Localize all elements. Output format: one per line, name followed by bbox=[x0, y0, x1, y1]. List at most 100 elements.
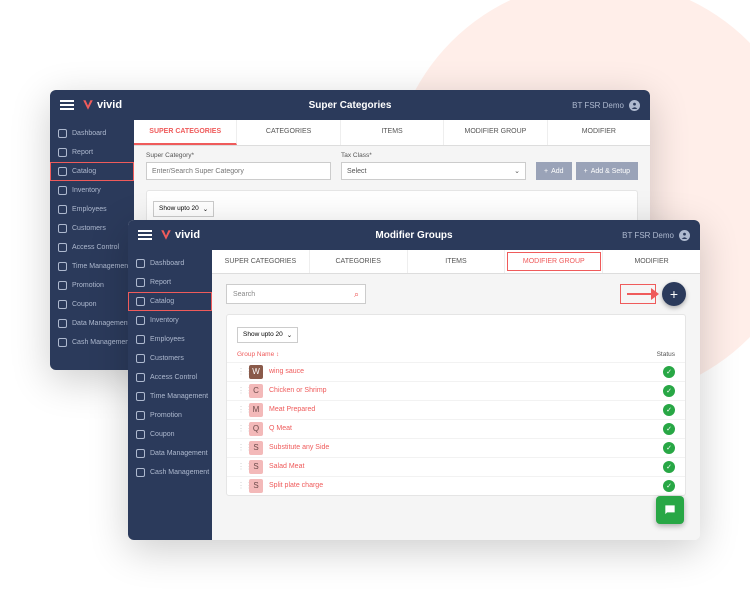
sidebar-item-employees[interactable]: Employees bbox=[128, 330, 212, 349]
group-avatar: S bbox=[249, 441, 263, 455]
status-ok-icon: ✓ bbox=[663, 461, 675, 473]
tab-modifier[interactable]: MODIFIER bbox=[548, 120, 650, 145]
search-placeholder: Search bbox=[233, 291, 255, 298]
nav-icon bbox=[58, 224, 67, 233]
chevron-down-icon: ⌄ bbox=[203, 205, 208, 213]
status-ok-icon: ✓ bbox=[663, 366, 675, 378]
sidebar-item-cash-management[interactable]: Cash Management bbox=[128, 463, 212, 482]
sidebar-item-time-management[interactable]: Time Management bbox=[50, 257, 134, 276]
sidebar-item-label: Employees bbox=[72, 206, 107, 213]
add-button[interactable]: +Add bbox=[536, 162, 572, 180]
add-callout: + bbox=[620, 282, 686, 306]
add-setup-button[interactable]: +Add & Setup bbox=[576, 162, 638, 180]
sidebar-item-label: Access Control bbox=[72, 244, 119, 251]
sidebar-item-label: Data Management bbox=[150, 450, 208, 457]
nav-icon bbox=[58, 243, 67, 252]
sidebar-item-label: Coupon bbox=[150, 431, 175, 438]
chevron-down-icon: ⌄ bbox=[287, 331, 292, 339]
group-avatar: Q bbox=[249, 422, 263, 436]
sidebar-item-label: Catalog bbox=[150, 298, 174, 305]
header: vivid Super Categories BT FSR Demo bbox=[50, 90, 650, 120]
sidebar-item-dashboard[interactable]: Dashboard bbox=[50, 124, 134, 143]
group-avatar: M bbox=[249, 403, 263, 417]
sidebar-item-catalog[interactable]: Catalog bbox=[128, 292, 212, 311]
tab-categories[interactable]: CATEGORIES bbox=[310, 250, 408, 273]
sidebar-item-cash-management[interactable]: Cash Management bbox=[50, 333, 134, 352]
tab-super-categories[interactable]: SUPER CATEGORIES bbox=[134, 120, 237, 145]
sidebar-item-access-control[interactable]: Access Control bbox=[50, 238, 134, 257]
sidebar-item-customers[interactable]: Customers bbox=[50, 219, 134, 238]
super-category-label: Super Category* bbox=[146, 152, 331, 159]
page-size-select[interactable]: Show upto 20⌄ bbox=[237, 327, 298, 343]
nav-icon bbox=[58, 319, 67, 328]
table-row[interactable]: ⋮⋮SSplit plate charge✓ bbox=[227, 476, 685, 495]
sidebar-item-dashboard[interactable]: Dashboard bbox=[128, 254, 212, 273]
sidebar-item-promotion[interactable]: Promotion bbox=[50, 276, 134, 295]
nav-icon bbox=[136, 373, 145, 382]
nav-icon bbox=[58, 281, 67, 290]
drag-handle-icon[interactable]: ⋮⋮ bbox=[237, 405, 245, 414]
page-size-select[interactable]: Show upto 20⌄ bbox=[153, 201, 214, 217]
group-name: Split plate charge bbox=[269, 482, 663, 489]
tab-modifier-group[interactable]: MODIFIER GROUP bbox=[505, 250, 603, 273]
sidebar: Dashboard Report Catalog InventoryEmployees… bbox=[128, 250, 212, 540]
sidebar-item-coupon[interactable]: Coupon bbox=[128, 425, 212, 444]
nav-icon bbox=[58, 167, 67, 176]
col-group-name[interactable]: Group Name ↕ bbox=[237, 351, 279, 358]
table-row[interactable]: ⋮⋮SSubstitute any Side✓ bbox=[227, 438, 685, 457]
group-name: Salad Meat bbox=[269, 463, 663, 470]
search-input[interactable]: Search ⌕ bbox=[226, 284, 366, 304]
group-name: wing sauce bbox=[269, 368, 663, 375]
sidebar-item-promotion[interactable]: Promotion bbox=[128, 406, 212, 425]
sidebar-item-inventory[interactable]: Inventory bbox=[50, 181, 134, 200]
drag-handle-icon[interactable]: ⋮⋮ bbox=[237, 386, 245, 395]
status-ok-icon: ✓ bbox=[663, 404, 675, 416]
sidebar-item-data-management[interactable]: Data Management bbox=[50, 314, 134, 333]
table-row[interactable]: ⋮⋮SSalad Meat✓ bbox=[227, 457, 685, 476]
group-avatar: S bbox=[249, 479, 263, 493]
add-fab-button[interactable]: + bbox=[662, 282, 686, 306]
sidebar-item-catalog[interactable]: Catalog bbox=[50, 162, 134, 181]
user-icon[interactable] bbox=[629, 100, 640, 111]
sidebar-item-coupon[interactable]: Coupon bbox=[50, 295, 134, 314]
table-row[interactable]: ⋮⋮Wwing sauce✓ bbox=[227, 362, 685, 381]
sidebar-item-report[interactable]: Report bbox=[128, 273, 212, 292]
status-ok-icon: ✓ bbox=[663, 385, 675, 397]
table-row[interactable]: ⋮⋮CChicken or Shrimp✓ bbox=[227, 381, 685, 400]
sidebar-item-inventory[interactable]: Inventory bbox=[128, 311, 212, 330]
sidebar-item-time-management[interactable]: Time Management bbox=[128, 387, 212, 406]
drag-handle-icon[interactable]: ⋮⋮ bbox=[237, 367, 245, 376]
tab-modifier-group[interactable]: MODIFIER GROUP bbox=[444, 120, 547, 145]
tab-items[interactable]: ITEMS bbox=[408, 250, 506, 273]
sidebar-item-label: Time Management bbox=[150, 393, 208, 400]
chat-fab-button[interactable] bbox=[656, 496, 684, 524]
drag-handle-icon[interactable]: ⋮⋮ bbox=[237, 462, 245, 471]
table-row[interactable]: ⋮⋮QQ Meat✓ bbox=[227, 419, 685, 438]
user-icon[interactable] bbox=[679, 230, 690, 241]
sidebar-item-label: Catalog bbox=[72, 168, 96, 175]
nav-icon bbox=[58, 205, 67, 214]
sidebar-item-employees[interactable]: Employees bbox=[50, 200, 134, 219]
search-icon: ⌕ bbox=[354, 289, 359, 300]
tab-super-categories[interactable]: SUPER CATEGORIES bbox=[212, 250, 310, 273]
drag-handle-icon[interactable]: ⋮⋮ bbox=[237, 424, 245, 433]
sidebar-item-data-management[interactable]: Data Management bbox=[128, 444, 212, 463]
tab-items[interactable]: ITEMS bbox=[341, 120, 444, 145]
menu-icon[interactable] bbox=[138, 230, 152, 240]
tab-categories[interactable]: CATEGORIES bbox=[237, 120, 340, 145]
drag-handle-icon[interactable]: ⋮⋮ bbox=[237, 443, 245, 452]
tab-modifier[interactable]: MODIFIER bbox=[603, 250, 700, 273]
drag-handle-icon[interactable]: ⋮⋮ bbox=[237, 481, 245, 490]
tax-class-select[interactable]: Select⌄ bbox=[341, 162, 526, 180]
col-status: Status bbox=[657, 351, 675, 358]
sidebar-item-label: Report bbox=[150, 279, 171, 286]
nav-icon bbox=[136, 316, 145, 325]
nav-icon bbox=[136, 335, 145, 344]
sort-icon: ↕ bbox=[276, 352, 279, 358]
sidebar-item-access-control[interactable]: Access Control bbox=[128, 368, 212, 387]
sidebar-item-report[interactable]: Report bbox=[50, 143, 134, 162]
menu-icon[interactable] bbox=[60, 100, 74, 110]
table-row[interactable]: ⋮⋮MMeat Prepared✓ bbox=[227, 400, 685, 419]
super-category-input[interactable] bbox=[146, 162, 331, 180]
sidebar-item-customers[interactable]: Customers bbox=[128, 349, 212, 368]
